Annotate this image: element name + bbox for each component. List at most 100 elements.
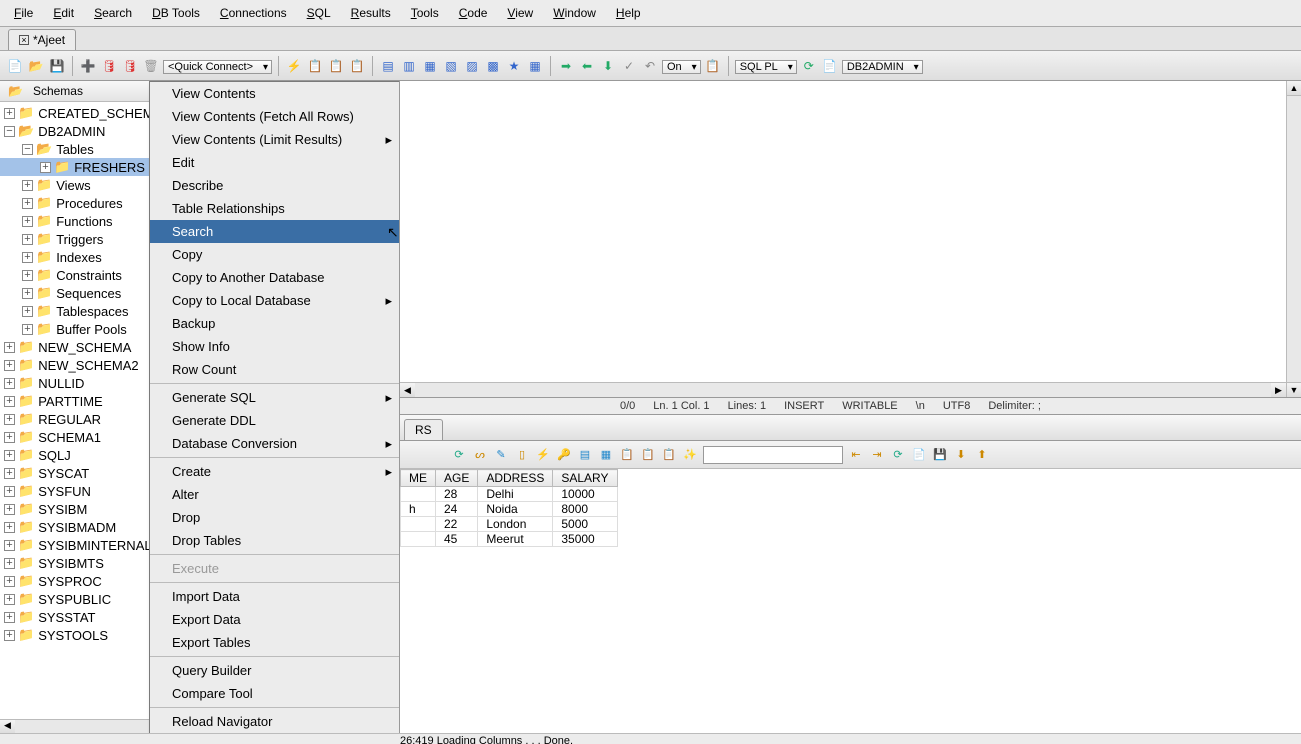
record-icon[interactable]: 📋 — [704, 57, 722, 75]
column-header[interactable]: SALARY — [553, 470, 617, 487]
context-menu-item[interactable]: Generate DDL — [150, 409, 400, 432]
run-icon[interactable]: ⚡ — [285, 57, 303, 75]
cylinder-icon[interactable]: 🛢 — [100, 57, 118, 75]
menu-view[interactable]: View — [497, 2, 543, 24]
copy2-icon[interactable]: 📋 — [640, 447, 656, 463]
context-menu-item[interactable]: Import Data — [150, 585, 400, 608]
table-row[interactable]: 22London5000 — [401, 517, 618, 532]
align3-icon[interactable]: ▦ — [421, 57, 439, 75]
arrow-left-icon[interactable]: ⬅ — [578, 57, 596, 75]
context-menu-item[interactable]: Query Builder — [150, 659, 400, 682]
menu-connections[interactable]: Connections — [210, 2, 297, 24]
undo-icon[interactable]: ↶ — [641, 57, 659, 75]
drop-icon[interactable]: 🗑 — [142, 57, 160, 75]
sqltype-select[interactable]: SQL PL — [735, 59, 797, 73]
quick-connect-select[interactable]: <Quick Connect> — [163, 59, 272, 73]
editor-hscrollbar[interactable]: ◀ ▶ — [400, 382, 1286, 397]
context-menu-item[interactable]: Database Conversion — [150, 432, 400, 455]
context-menu-item[interactable]: Drop — [150, 506, 400, 529]
disconnect-icon[interactable]: 🛢 — [121, 57, 139, 75]
column-header[interactable]: AGE — [436, 470, 478, 487]
check-icon[interactable]: ✓ — [620, 57, 638, 75]
open-folder-icon[interactable]: 📂 — [27, 57, 45, 75]
menu-dbtools[interactable]: DB Tools — [142, 2, 210, 24]
editor-tab[interactable]: × *Ajeet — [8, 29, 76, 50]
context-menu-item[interactable]: Alter — [150, 483, 400, 506]
script-icon[interactable]: 📋 — [306, 57, 324, 75]
down-icon[interactable]: ⬇ — [953, 447, 969, 463]
context-menu-item[interactable]: View Contents (Fetch All Rows) — [150, 105, 400, 128]
save2-icon[interactable]: 💾 — [932, 447, 948, 463]
sql-editor[interactable]: ▲ ▼ ◀ ▶ — [400, 81, 1301, 398]
export-icon[interactable]: 📄 — [911, 447, 927, 463]
table-row[interactable]: 45Meerut35000 — [401, 532, 618, 547]
menu-search[interactable]: Search — [84, 2, 142, 24]
scroll-right-icon[interactable]: ▶ — [1271, 383, 1286, 397]
scroll-left-icon[interactable]: ◀ — [0, 720, 15, 733]
table-row[interactable]: 28Delhi10000 — [401, 487, 618, 502]
context-menu-item[interactable]: Describe — [150, 174, 400, 197]
menu-code[interactable]: Code — [449, 2, 498, 24]
align5-icon[interactable]: ▨ — [463, 57, 481, 75]
script3-icon[interactable]: 📋 — [348, 57, 366, 75]
context-menu-item[interactable]: Copy to Another Database — [150, 266, 400, 289]
context-menu-item[interactable]: View Contents — [150, 82, 400, 105]
context-menu-item[interactable]: Export Tables — [150, 631, 400, 654]
context-menu-item[interactable]: Row Count — [150, 358, 400, 381]
list-icon[interactable]: ▤ — [577, 447, 593, 463]
edit-icon[interactable]: ✎ — [493, 447, 509, 463]
context-menu-item[interactable]: Edit — [150, 151, 400, 174]
context-menu-item[interactable]: Create — [150, 460, 400, 483]
column-header[interactable]: ME — [401, 470, 436, 487]
context-menu-item[interactable]: Table Relationships — [150, 197, 400, 220]
refresh-icon[interactable]: ⟳ — [451, 447, 467, 463]
column-header[interactable]: ADDRESS — [478, 470, 553, 487]
menu-results[interactable]: Results — [341, 2, 401, 24]
last-icon[interactable]: ⇥ — [869, 447, 885, 463]
grid-icon[interactable]: ▦ — [526, 57, 544, 75]
link-icon[interactable]: ᔕ — [472, 447, 488, 463]
menu-edit[interactable]: Edit — [43, 2, 84, 24]
context-menu-item[interactable]: Show Info — [150, 335, 400, 358]
star-icon[interactable]: ★ — [505, 57, 523, 75]
result-tab[interactable]: RS — [404, 419, 443, 440]
context-menu-item[interactable]: Compare Tool — [150, 682, 400, 705]
arrow-right-icon[interactable]: ➡ — [557, 57, 575, 75]
context-menu-item[interactable]: View Contents (Limit Results) — [150, 128, 400, 151]
key-icon[interactable]: 🔑 — [556, 447, 572, 463]
script2-icon[interactable]: 📋 — [327, 57, 345, 75]
align2-icon[interactable]: ▥ — [400, 57, 418, 75]
context-menu-item[interactable]: Copy — [150, 243, 400, 266]
copy3-icon[interactable]: 📋 — [661, 447, 677, 463]
context-menu-item[interactable]: Backup — [150, 312, 400, 335]
table-row[interactable]: h24Noida8000 — [401, 502, 618, 517]
context-menu-item[interactable]: Export Data — [150, 608, 400, 631]
schema-select[interactable]: DB2ADMIN — [842, 59, 923, 73]
scroll-left-icon[interactable]: ◀ — [400, 383, 415, 397]
menu-window[interactable]: Window — [543, 2, 606, 24]
close-icon[interactable]: × — [19, 35, 29, 45]
on-select[interactable]: On — [662, 59, 701, 73]
align6-icon[interactable]: ▩ — [484, 57, 502, 75]
save-icon[interactable]: 💾 — [48, 57, 66, 75]
copy-icon[interactable]: 📋 — [619, 447, 635, 463]
filter-icon[interactable]: ⚡ — [535, 447, 551, 463]
scroll-up-icon[interactable]: ▲ — [1287, 81, 1301, 96]
context-menu-item[interactable]: Generate SQL — [150, 386, 400, 409]
table-context-menu[interactable]: View ContentsView Contents (Fetch All Ro… — [149, 81, 400, 733]
doc-icon[interactable]: 📄 — [821, 57, 839, 75]
scroll-down-icon[interactable]: ▼ — [1287, 382, 1301, 397]
filter-input[interactable] — [703, 446, 843, 464]
menu-tools[interactable]: Tools — [401, 2, 449, 24]
new-file-icon[interactable]: 📄 — [6, 57, 24, 75]
menu-file[interactable]: File — [4, 2, 43, 24]
arrow-down-icon[interactable]: ⬇ — [599, 57, 617, 75]
row-icon[interactable]: ▯ — [514, 447, 530, 463]
align-icon[interactable]: ▤ — [379, 57, 397, 75]
up-icon[interactable]: ⬆ — [974, 447, 990, 463]
context-menu-item[interactable]: Reload Navigator — [150, 710, 400, 733]
result-grid[interactable]: MEAGEADDRESSSALARY28Delhi10000h24Noida80… — [400, 469, 1301, 733]
menu-sql[interactable]: SQL — [297, 2, 341, 24]
context-menu-item[interactable]: Copy to Local Database — [150, 289, 400, 312]
refresh-icon[interactable]: ⟳ — [800, 57, 818, 75]
